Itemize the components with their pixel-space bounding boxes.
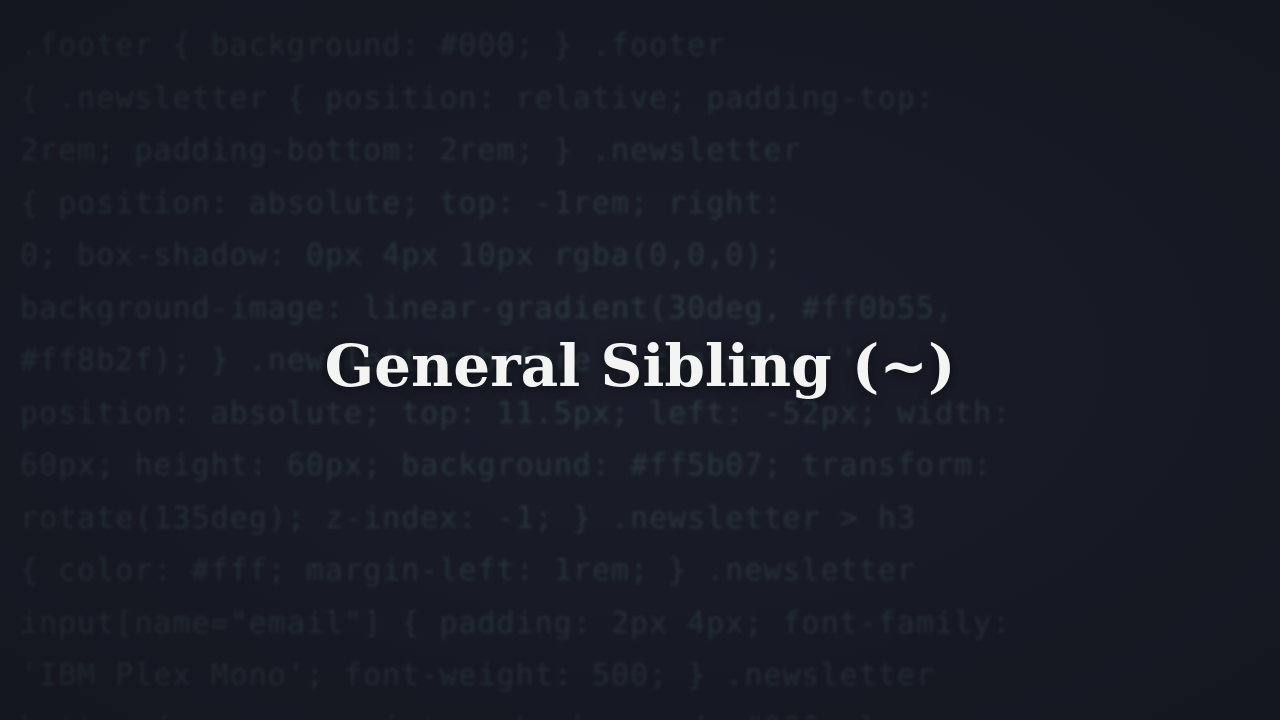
- title-container: General Sibling (~): [0, 0, 1280, 720]
- slide-title: General Sibling (~): [324, 332, 956, 400]
